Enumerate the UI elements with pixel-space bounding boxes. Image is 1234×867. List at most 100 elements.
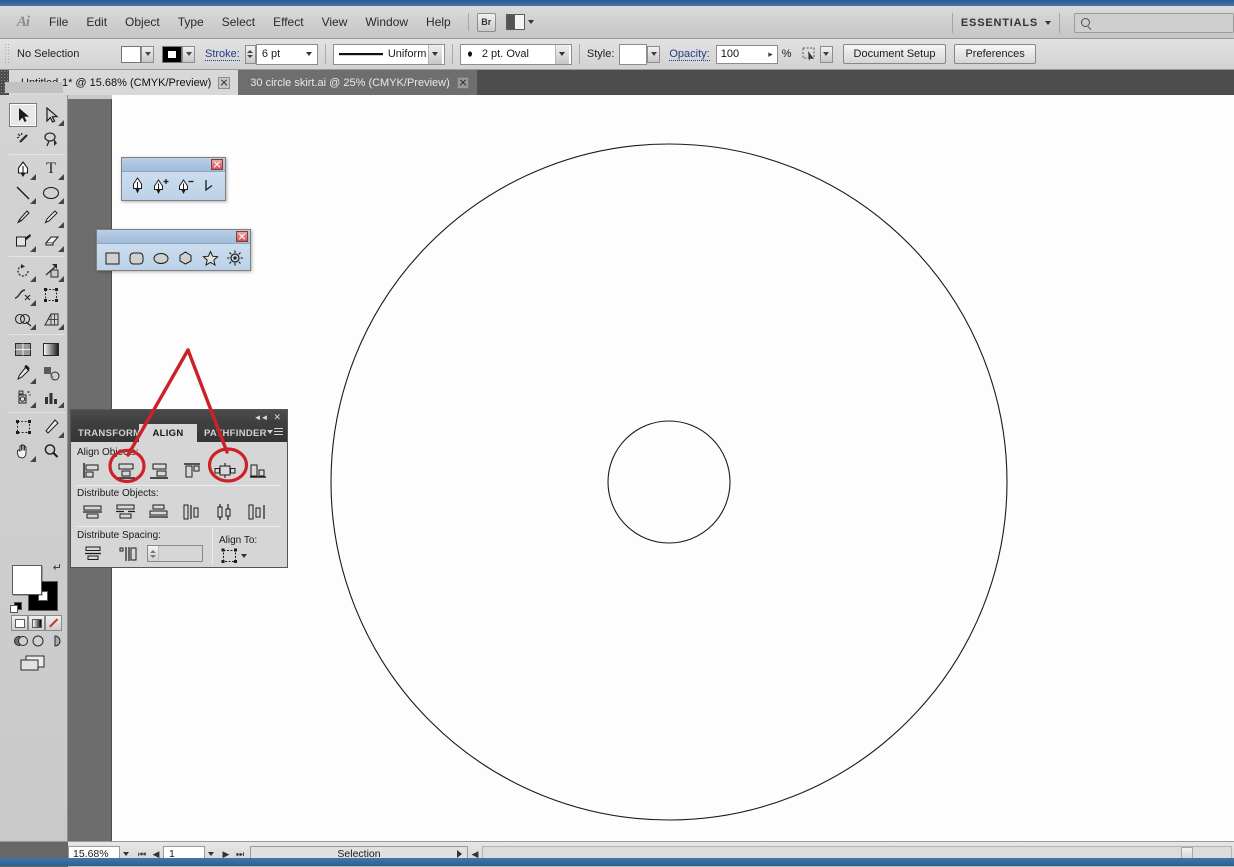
- direct-selection-tool[interactable]: [37, 103, 65, 127]
- panel-menu-icon[interactable]: [267, 428, 283, 436]
- shape-builder-tool[interactable]: [9, 307, 37, 331]
- menu-type[interactable]: Type: [169, 12, 213, 32]
- blend-tool[interactable]: [37, 361, 65, 385]
- fill-proxy-swatch[interactable]: [12, 565, 42, 595]
- rounded-rectangle-tool[interactable]: [126, 247, 149, 269]
- menu-file[interactable]: File: [40, 12, 77, 32]
- draw-normal-icon[interactable]: [13, 634, 28, 648]
- align-to-selection-icon[interactable]: [221, 548, 238, 564]
- convert-anchor-point-tool[interactable]: [199, 175, 221, 197]
- pen-tool[interactable]: [9, 157, 37, 181]
- workspace-name[interactable]: ESSENTIALS: [961, 17, 1038, 29]
- flare-tool[interactable]: [224, 247, 247, 269]
- slice-tool[interactable]: [37, 415, 65, 439]
- menu-window[interactable]: Window: [356, 12, 417, 32]
- document-setup-button[interactable]: Document Setup: [842, 44, 947, 64]
- flyout-title-bar[interactable]: [122, 158, 225, 172]
- color-icon[interactable]: [11, 615, 28, 631]
- perspective-grid-tool[interactable]: [37, 307, 65, 331]
- stroke-color-swatch[interactable]: [162, 45, 182, 63]
- preferences-button[interactable]: Preferences: [954, 44, 1036, 64]
- horizontal-align-center-button[interactable]: [110, 460, 141, 481]
- zoom-tool[interactable]: [37, 439, 65, 463]
- stroke-label[interactable]: Stroke:: [205, 48, 240, 61]
- graphic-style-swatch[interactable]: [619, 43, 648, 65]
- gradient-icon[interactable]: [28, 615, 45, 631]
- lasso-tool[interactable]: [37, 127, 65, 151]
- mesh-tool[interactable]: [9, 337, 37, 361]
- pen-tool-flyout[interactable]: [121, 157, 226, 201]
- width-tool[interactable]: [9, 283, 37, 307]
- symbol-sprayer-tool[interactable]: [9, 385, 37, 409]
- flyout-title-bar[interactable]: [97, 230, 250, 244]
- gradient-tool[interactable]: [37, 337, 65, 361]
- vertical-distribute-center-button[interactable]: [110, 501, 141, 522]
- spacing-value-input[interactable]: [147, 545, 203, 562]
- menu-edit[interactable]: Edit: [77, 12, 116, 32]
- star-tool[interactable]: [199, 247, 222, 269]
- chevron-down-icon[interactable]: [1045, 20, 1051, 25]
- vertical-distribute-top-button[interactable]: [77, 501, 108, 522]
- delete-anchor-point-tool[interactable]: [175, 175, 197, 197]
- menu-select[interactable]: Select: [213, 12, 264, 32]
- close-icon[interactable]: ✕: [273, 412, 281, 423]
- collapse-panel-icon[interactable]: ◄◄: [254, 413, 269, 422]
- swap-fill-stroke-icon[interactable]: ↵: [53, 561, 62, 574]
- tab-align[interactable]: ALIGN: [139, 424, 197, 442]
- draw-inside-icon[interactable]: [48, 634, 62, 648]
- opacity-label[interactable]: Opacity:: [669, 48, 710, 61]
- horizontal-distribute-center-button[interactable]: [209, 501, 240, 522]
- vertical-align-bottom-button[interactable]: [242, 460, 273, 481]
- change-screen-mode-icon[interactable]: [18, 653, 52, 673]
- vertical-distribute-spacing-button[interactable]: [77, 543, 108, 564]
- default-fill-stroke-icon[interactable]: [10, 602, 23, 615]
- document-tab-circle-skirt[interactable]: 30 circle skirt.ai @ 25% (CMYK/Preview): [238, 70, 477, 95]
- transform-options-icon[interactable]: [801, 46, 818, 63]
- stroke-profile-dropdown[interactable]: [427, 44, 442, 64]
- control-bar-grip[interactable]: [4, 43, 11, 65]
- align-panel[interactable]: ◄◄ ✕ TRANSFORM ALIGN PATHFINDER Align Ob…: [70, 409, 288, 568]
- artboard-tool[interactable]: [9, 415, 37, 439]
- shape-tool-flyout[interactable]: [96, 229, 251, 271]
- close-icon[interactable]: [456, 76, 469, 89]
- vertical-align-center-button[interactable]: [209, 460, 240, 481]
- pencil-tool[interactable]: [37, 205, 65, 229]
- vertical-align-top-button[interactable]: [176, 460, 207, 481]
- fill-swatch-dropdown[interactable]: [141, 45, 154, 63]
- vertical-distribute-bottom-button[interactable]: [143, 501, 174, 522]
- close-icon[interactable]: [236, 231, 248, 242]
- chevron-down-icon[interactable]: [208, 852, 214, 856]
- spacing-stepper[interactable]: [148, 546, 159, 561]
- menu-effect[interactable]: Effect: [264, 12, 312, 32]
- free-transform-tool[interactable]: [37, 283, 65, 307]
- go-to-bridge-icon[interactable]: Br: [476, 12, 496, 32]
- close-icon[interactable]: [211, 159, 223, 170]
- tab-pathfinder[interactable]: PATHFINDER: [197, 424, 269, 442]
- none-icon[interactable]: [45, 615, 62, 631]
- rotate-tool[interactable]: [9, 259, 37, 283]
- pen-tool[interactable]: [126, 175, 148, 197]
- graphic-style-dropdown[interactable]: [647, 45, 661, 63]
- opacity-input[interactable]: 100 ▸: [715, 44, 778, 64]
- selection-tool[interactable]: [9, 103, 37, 127]
- transform-options-dropdown[interactable]: [819, 45, 833, 63]
- ellipse-tool[interactable]: [150, 247, 173, 269]
- horizontal-distribute-left-button[interactable]: [176, 501, 207, 522]
- draw-behind-icon[interactable]: [31, 634, 45, 648]
- stroke-swatch-dropdown[interactable]: [182, 45, 195, 63]
- type-tool[interactable]: T: [37, 157, 65, 181]
- polygon-tool[interactable]: [175, 247, 198, 269]
- horizontal-distribute-spacing-button[interactable]: [112, 543, 143, 564]
- tools-panel-grip[interactable]: [5, 82, 63, 93]
- menu-object[interactable]: Object: [116, 12, 169, 32]
- line-segment-tool[interactable]: [9, 181, 37, 205]
- tab-transform[interactable]: TRANSFORM: [71, 424, 139, 442]
- chevron-down-icon[interactable]: [123, 852, 129, 856]
- menu-view[interactable]: View: [313, 12, 357, 32]
- brush-definition-combo[interactable]: 2 pt. Oval: [459, 43, 572, 65]
- eraser-tool[interactable]: [37, 229, 65, 253]
- horizontal-distribute-right-button[interactable]: [242, 501, 273, 522]
- column-graph-tool[interactable]: [37, 385, 65, 409]
- fill-color-swatch[interactable]: [121, 45, 141, 63]
- brush-definition-dropdown[interactable]: [554, 44, 569, 64]
